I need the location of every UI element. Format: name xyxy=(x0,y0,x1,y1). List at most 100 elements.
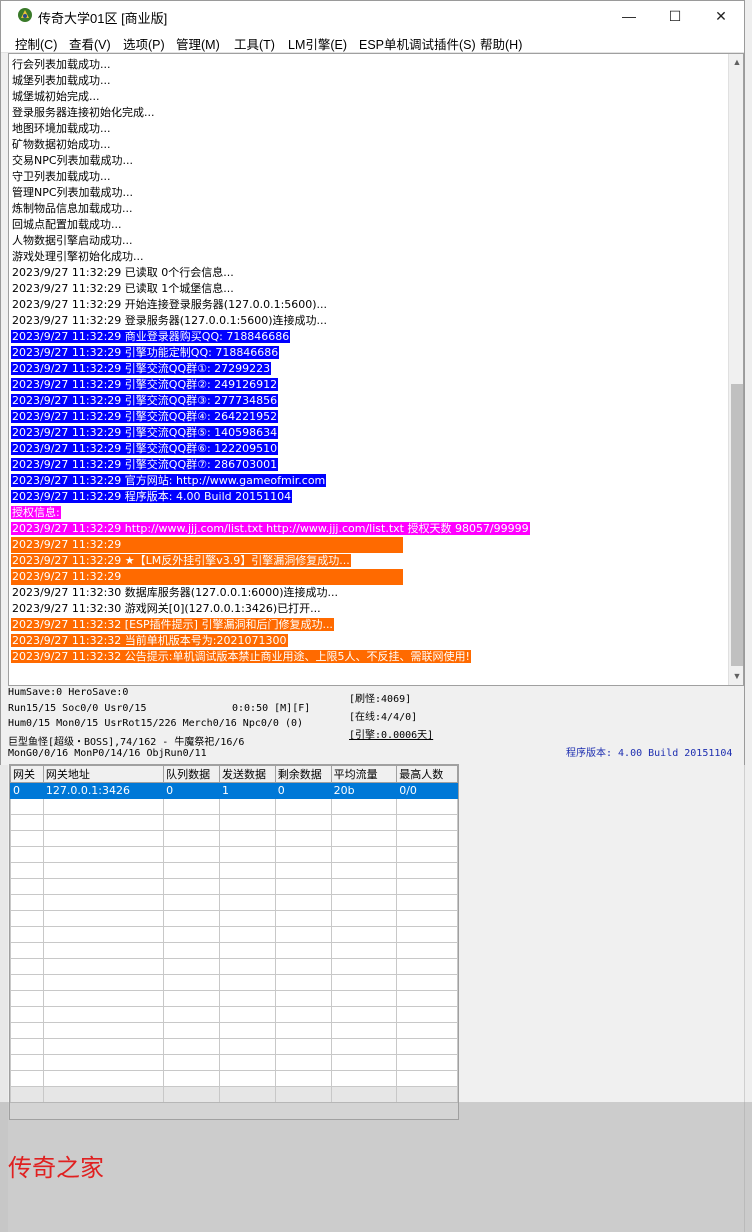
log-line-text: 2023/9/27 11:32:29 登录服务器(127.0.0.1:5600)… xyxy=(12,314,328,327)
table-cell xyxy=(10,1022,44,1039)
table-cell xyxy=(330,846,398,863)
table-cell xyxy=(274,878,332,895)
desktop-background-right xyxy=(744,0,752,1232)
table-cell xyxy=(330,1038,398,1055)
table-row[interactable]: 0 127.0.0.1:3426 0 1 0 20b 0/0 xyxy=(10,782,458,799)
menu-view[interactable]: 查看(V) xyxy=(69,34,111,53)
table-cell xyxy=(330,910,398,927)
table-cell xyxy=(396,862,458,879)
scroll-up-arrow-icon[interactable]: ▲ xyxy=(729,54,743,70)
column-header[interactable]: 最高人数 xyxy=(396,765,458,783)
log-line-text: 2023/9/27 11:32:29 引擎交流QQ群③: 277734856 xyxy=(11,394,279,407)
table-row[interactable] xyxy=(10,894,458,911)
window-title: 传奇大学01区 [商业版] xyxy=(38,11,168,26)
table-cell xyxy=(42,878,165,895)
scroll-thumb[interactable] xyxy=(731,384,743,666)
log-line-text: 2023/9/27 11:32:29 引擎功能定制QQ: 718846686 xyxy=(11,346,280,359)
log-output-panel[interactable]: 行会列表加载成功... 城堡列表加载成功... 城堡城初始完成... 登录服务器连接初… xyxy=(8,53,744,686)
menu-manage[interactable]: 管理(M) xyxy=(176,34,220,53)
bottom-shade xyxy=(0,1102,752,1232)
log-line: 2023/9/27 11:32:29 ★【LM反外挂引擎v3.9】引擎漏洞修复成… xyxy=(11,553,727,569)
log-line: 2023/9/27 11:32:30 游戏网关[0](127.0.0.1:342… xyxy=(11,601,727,617)
table-row[interactable] xyxy=(10,830,458,847)
log-line: 2023/9/27 11:32:29 开始连接登录服务器(127.0.0.1:5… xyxy=(11,297,727,313)
table-row[interactable] xyxy=(10,878,458,895)
table-cell xyxy=(330,894,398,911)
status-uptime: 0:0:50 [M][F] xyxy=(232,703,311,714)
table-cell xyxy=(10,990,44,1007)
menu-control[interactable]: 控制(C) xyxy=(15,34,57,53)
menu-esp-plugin[interactable]: ESP单机调试插件(S) xyxy=(359,34,476,53)
table-row[interactable] xyxy=(10,990,458,1007)
table-cell xyxy=(218,1006,276,1023)
table-cell xyxy=(42,1022,165,1039)
table-cell xyxy=(10,958,44,975)
table-row[interactable] xyxy=(10,942,458,959)
log-line-text: 2023/9/27 11:32:32 公告提示:单机调试版本禁止商业用途、上限5… xyxy=(11,650,471,663)
minimize-button[interactable]: — xyxy=(606,1,652,31)
menu-tools[interactable]: 工具(T) xyxy=(234,34,275,53)
table-row[interactable] xyxy=(10,798,458,815)
table-cell: 0 xyxy=(163,782,220,799)
log-line-text: 2023/9/27 11:32:29 程序版本: 4.00 Build 2015… xyxy=(11,490,293,503)
table-row[interactable] xyxy=(10,862,458,879)
table-cell xyxy=(330,942,398,959)
table-cell xyxy=(163,1054,220,1071)
table-row[interactable] xyxy=(10,1070,458,1087)
log-line: 2023/9/27 11:32:29 引擎交流QQ群③: 277734856 xyxy=(11,393,727,409)
log-line: 地图环境加载成功... xyxy=(11,121,727,137)
table-row[interactable] xyxy=(10,958,458,975)
table-row[interactable] xyxy=(10,926,458,943)
table-cell: 0 xyxy=(274,782,332,799)
table-row[interactable] xyxy=(10,974,458,991)
table-cell xyxy=(218,910,276,927)
table-cell xyxy=(274,1086,332,1103)
column-header[interactable]: 剩余数据 xyxy=(274,765,332,783)
table-cell xyxy=(42,798,165,815)
column-header[interactable]: 队列数据 xyxy=(163,765,220,783)
table-cell xyxy=(218,1070,276,1087)
table-cell xyxy=(163,878,220,895)
table-row[interactable] xyxy=(10,1054,458,1071)
table-cell: 1 xyxy=(218,782,276,799)
log-line: 矿物数据初始成功... xyxy=(11,137,727,153)
menu-help[interactable]: 帮助(H) xyxy=(480,34,522,53)
maximize-button[interactable]: ☐ xyxy=(652,1,698,31)
status-counts: Hum0/15 Mon0/15 UsrRot15/226 Merch0/16 N… xyxy=(8,718,304,729)
table-cell xyxy=(163,974,220,991)
menu-options[interactable]: 选项(P) xyxy=(123,34,165,53)
table-row[interactable] xyxy=(10,1006,458,1023)
log-line-text: 2023/9/27 11:32:29 开始连接登录服务器(127.0.0.1:5… xyxy=(12,298,328,311)
table-row[interactable] xyxy=(10,1022,458,1039)
log-line-text: 炼制物品信息加载成功... xyxy=(12,202,133,215)
title-bar[interactable]: 传奇大学01区 [商业版] — ☐ ✕ xyxy=(1,1,744,31)
log-scrollbar[interactable]: ▲ ▼ xyxy=(728,54,743,685)
table-cell xyxy=(274,942,332,959)
scroll-down-arrow-icon[interactable]: ▼ xyxy=(729,668,743,684)
table-row[interactable] xyxy=(10,814,458,831)
log-line-text: 2023/9/27 11:32:29 已读取 0个行会信息... xyxy=(12,266,234,279)
log-line: 交易NPC列表加载成功... xyxy=(11,153,727,169)
table-cell xyxy=(42,926,165,943)
table-cell xyxy=(218,958,276,975)
table-row[interactable] xyxy=(10,846,458,863)
table-cell: 0 xyxy=(10,782,44,799)
table-row[interactable] xyxy=(10,1038,458,1055)
menu-lm-engine[interactable]: LM引擎(E) xyxy=(288,34,347,53)
column-header[interactable]: 网关 xyxy=(10,765,44,783)
table-cell xyxy=(274,1070,332,1087)
table-row[interactable] xyxy=(10,1086,458,1103)
column-header[interactable]: 平均流量 xyxy=(330,765,398,783)
column-header[interactable]: 网关地址 xyxy=(42,765,165,783)
table-cell xyxy=(163,1006,220,1023)
table-row[interactable] xyxy=(10,910,458,927)
table-cell xyxy=(10,830,44,847)
log-line-text: 游戏处理引擎初始化成功... xyxy=(12,250,144,263)
close-button[interactable]: ✕ xyxy=(698,1,744,31)
table-cell xyxy=(330,958,398,975)
column-header[interactable]: 发送数据 xyxy=(218,765,276,783)
gateway-table[interactable]: 网关 网关地址 队列数据 发送数据 剩余数据 平均流量 最高人数 0 127.0.0.1:34… xyxy=(9,764,459,1120)
table-cell xyxy=(330,862,398,879)
table-cell xyxy=(330,974,398,991)
table-cell xyxy=(10,1006,44,1023)
